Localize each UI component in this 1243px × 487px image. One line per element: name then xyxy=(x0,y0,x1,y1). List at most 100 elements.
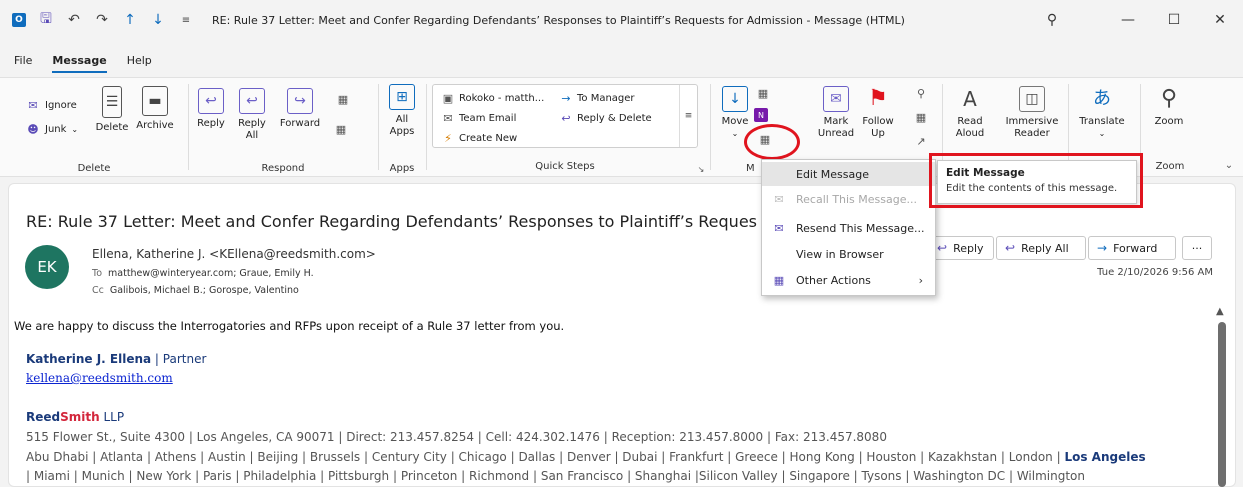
forward-icon: → xyxy=(1097,241,1108,255)
apps-group: ⊞ All Apps Apps xyxy=(378,78,426,178)
maximize-button[interactable]: ☐ xyxy=(1151,0,1197,40)
quick-steps-scroll[interactable]: ≡ xyxy=(679,85,697,147)
dialog-launcher-icon[interactable]: ↘ xyxy=(694,162,708,176)
follow-up-button[interactable]: ⚑ Follow Up xyxy=(858,86,898,140)
mark-unread-button[interactable]: ✉ Mark Unread xyxy=(816,86,856,140)
forward-icon: ↪ xyxy=(287,88,313,114)
more-actions-menu: Edit Message ✉ Recall This Message... ✉ … xyxy=(761,159,936,296)
meeting-reply-icon[interactable]: ▦ xyxy=(336,92,350,106)
reply-button-message[interactable]: ↩ Reply xyxy=(928,236,994,260)
archive-icon: ▬ xyxy=(142,86,168,116)
firm-address: 515 Flower St., Suite 4300 | Los Angeles… xyxy=(26,430,887,444)
junk-button[interactable]: ☻ Junk ⌄ xyxy=(26,122,78,136)
menu-item-other-actions[interactable]: ▦ Other Actions › xyxy=(762,268,935,292)
quick-step-team-email[interactable]: ✉ Team Email xyxy=(441,111,516,125)
quick-steps-gallery: ▣ Rokoko - matth... → To Manager ✉ Team … xyxy=(432,84,698,148)
read-aloud-button[interactable]: A Read Aloud xyxy=(950,86,990,140)
chevron-right-icon: › xyxy=(918,273,923,287)
sender[interactable]: Ellena, Katherine J. <KEllena@reedsmith.… xyxy=(92,247,376,261)
find-icon[interactable]: ⚲ xyxy=(914,86,928,100)
group-label-delete: Delete xyxy=(77,163,111,174)
archive-button[interactable]: ▬ Archive xyxy=(134,86,176,132)
rules-icon[interactable]: ▦ xyxy=(756,86,770,100)
delete-group: ✉ Ignore ☻ Junk ⌄ ☰ Delete ▬ Archive Dele… xyxy=(0,78,188,178)
signature-name: Katherine J. Ellena | Partner xyxy=(26,352,207,366)
menu-item-resend-message[interactable]: ✉ Resend This Message... xyxy=(762,216,935,240)
quick-step-to-manager[interactable]: → To Manager xyxy=(559,91,634,105)
translate-button[interactable]: あ Translate ⌄ xyxy=(1074,86,1130,140)
reply-button[interactable]: ↩ Reply xyxy=(194,88,228,130)
tab-message[interactable]: Message xyxy=(52,46,107,73)
ribbon-tabs: File Message Help xyxy=(0,46,152,76)
ignore-button[interactable]: ✉ Ignore xyxy=(26,98,76,112)
read-aloud-icon: A xyxy=(963,87,977,111)
reply-all-button[interactable]: ↩ Reply All xyxy=(234,88,270,142)
all-apps-button[interactable]: ⊞ All Apps xyxy=(384,84,420,138)
reply-all-icon: ↩ xyxy=(239,88,265,114)
vertical-scrollbar[interactable] xyxy=(1218,322,1226,487)
related-icon[interactable]: ▦ xyxy=(914,110,928,124)
more-options-button[interactable]: ··· xyxy=(1182,236,1212,260)
quick-step-reply-delete[interactable]: ↩ Reply & Delete xyxy=(559,111,651,125)
message-subject: RE: Rule 37 Letter: Meet and Confer Rega… xyxy=(26,212,757,231)
zoom-icon: ⚲ xyxy=(1160,86,1178,111)
zoom-button[interactable]: ⚲ Zoom xyxy=(1148,86,1190,128)
scroll-up-arrow-icon[interactable]: ▲ xyxy=(1216,306,1224,317)
previous-item-icon[interactable]: ↑ xyxy=(122,12,138,28)
respond-group: ↩ Reply ↩ Reply All ↪ Forward ▦ ▦ Respon… xyxy=(188,78,378,178)
tab-file[interactable]: File xyxy=(14,46,32,67)
ribbon-collapse-icon[interactable]: ⌄ xyxy=(1222,158,1236,172)
reply-all-button-message[interactable]: ↩ Reply All xyxy=(996,236,1086,260)
flag-icon: ⚑ xyxy=(868,86,888,111)
menu-item-edit-message[interactable]: Edit Message xyxy=(762,162,935,186)
ignore-icon: ✉ xyxy=(28,98,38,112)
redo-icon[interactable]: ↷ xyxy=(94,12,110,28)
cc-line: Cc Galibois, Michael B.; Gorospe, Valenti… xyxy=(92,285,299,296)
trash-icon: ☰ xyxy=(102,86,122,118)
avatar[interactable]: EK xyxy=(25,245,69,289)
customize-toolbar-icon[interactable]: ≡ xyxy=(178,12,194,28)
office-list-line-2: | Miami | Munich | New York | Paris | Ph… xyxy=(26,469,1085,483)
minimize-button[interactable]: — xyxy=(1105,0,1151,40)
apps-grid-icon: ⊞ xyxy=(389,84,415,110)
window-title: RE: Rule 37 Letter: Meet and Confer Rega… xyxy=(212,13,905,27)
group-label-zoom: Zoom xyxy=(1155,161,1185,172)
reply-icon: ↩ xyxy=(198,88,224,114)
group-label-quick-steps: Quick Steps xyxy=(535,161,595,172)
forward-button-message[interactable]: → Forward xyxy=(1088,236,1176,260)
menu-item-view-in-browser[interactable]: View in Browser xyxy=(762,242,935,266)
reply-all-icon: ↩ xyxy=(1005,241,1016,255)
menu-item-recall-message: ✉ Recall This Message... xyxy=(762,187,935,211)
immersive-reader-button[interactable]: ◫ Immersive Reader xyxy=(1002,86,1062,140)
title-bar: O 🖫 ↶ ↷ ↑ ↓ ≡ RE: Rule 37 Letter: Meet a… xyxy=(0,0,1243,40)
move-icon: ↓ xyxy=(722,86,748,112)
quick-step-create-new[interactable]: ⚡ Create New xyxy=(441,131,517,145)
junk-icon: ☻ xyxy=(27,122,39,136)
tab-help[interactable]: Help xyxy=(127,46,152,67)
mail-icon: ✉ xyxy=(443,111,453,125)
close-button[interactable]: ✕ xyxy=(1197,0,1243,40)
reply-icon: ↩ xyxy=(561,111,571,125)
search-icon[interactable]: ⚲ xyxy=(1029,0,1075,40)
annotation-highlight-circle xyxy=(744,124,800,160)
more-respond-icon[interactable]: ▦ xyxy=(334,122,348,136)
to-line: To matthew@winteryear.com; Graue, Emily H… xyxy=(92,268,314,279)
signature-email-link[interactable]: kellena@reedsmith.com xyxy=(26,371,173,385)
annotation-highlight-rectangle xyxy=(929,153,1143,208)
outlook-app-icon: O xyxy=(12,13,26,27)
message-body: We are happy to discuss the Interrogator… xyxy=(14,319,565,333)
onenote-icon[interactable]: N xyxy=(754,108,768,122)
next-item-icon[interactable]: ↓ xyxy=(150,12,166,28)
select-icon[interactable]: ↗ xyxy=(914,134,928,148)
undo-icon[interactable]: ↶ xyxy=(66,12,82,28)
arrow-right-icon: → xyxy=(561,91,571,105)
group-label-apps: Apps xyxy=(389,163,415,174)
resend-icon: ✉ xyxy=(774,221,784,235)
quick-step-rokoko[interactable]: ▣ Rokoko - matth... xyxy=(441,91,544,105)
other-actions-icon: ▦ xyxy=(773,273,785,287)
quick-step-icon: ▣ xyxy=(442,91,454,105)
firm-name: ReedSmith LLP xyxy=(26,410,125,424)
forward-button[interactable]: ↪ Forward xyxy=(278,88,322,130)
save-icon[interactable]: 🖫 xyxy=(38,11,54,28)
delete-button[interactable]: ☰ Delete xyxy=(92,86,132,134)
